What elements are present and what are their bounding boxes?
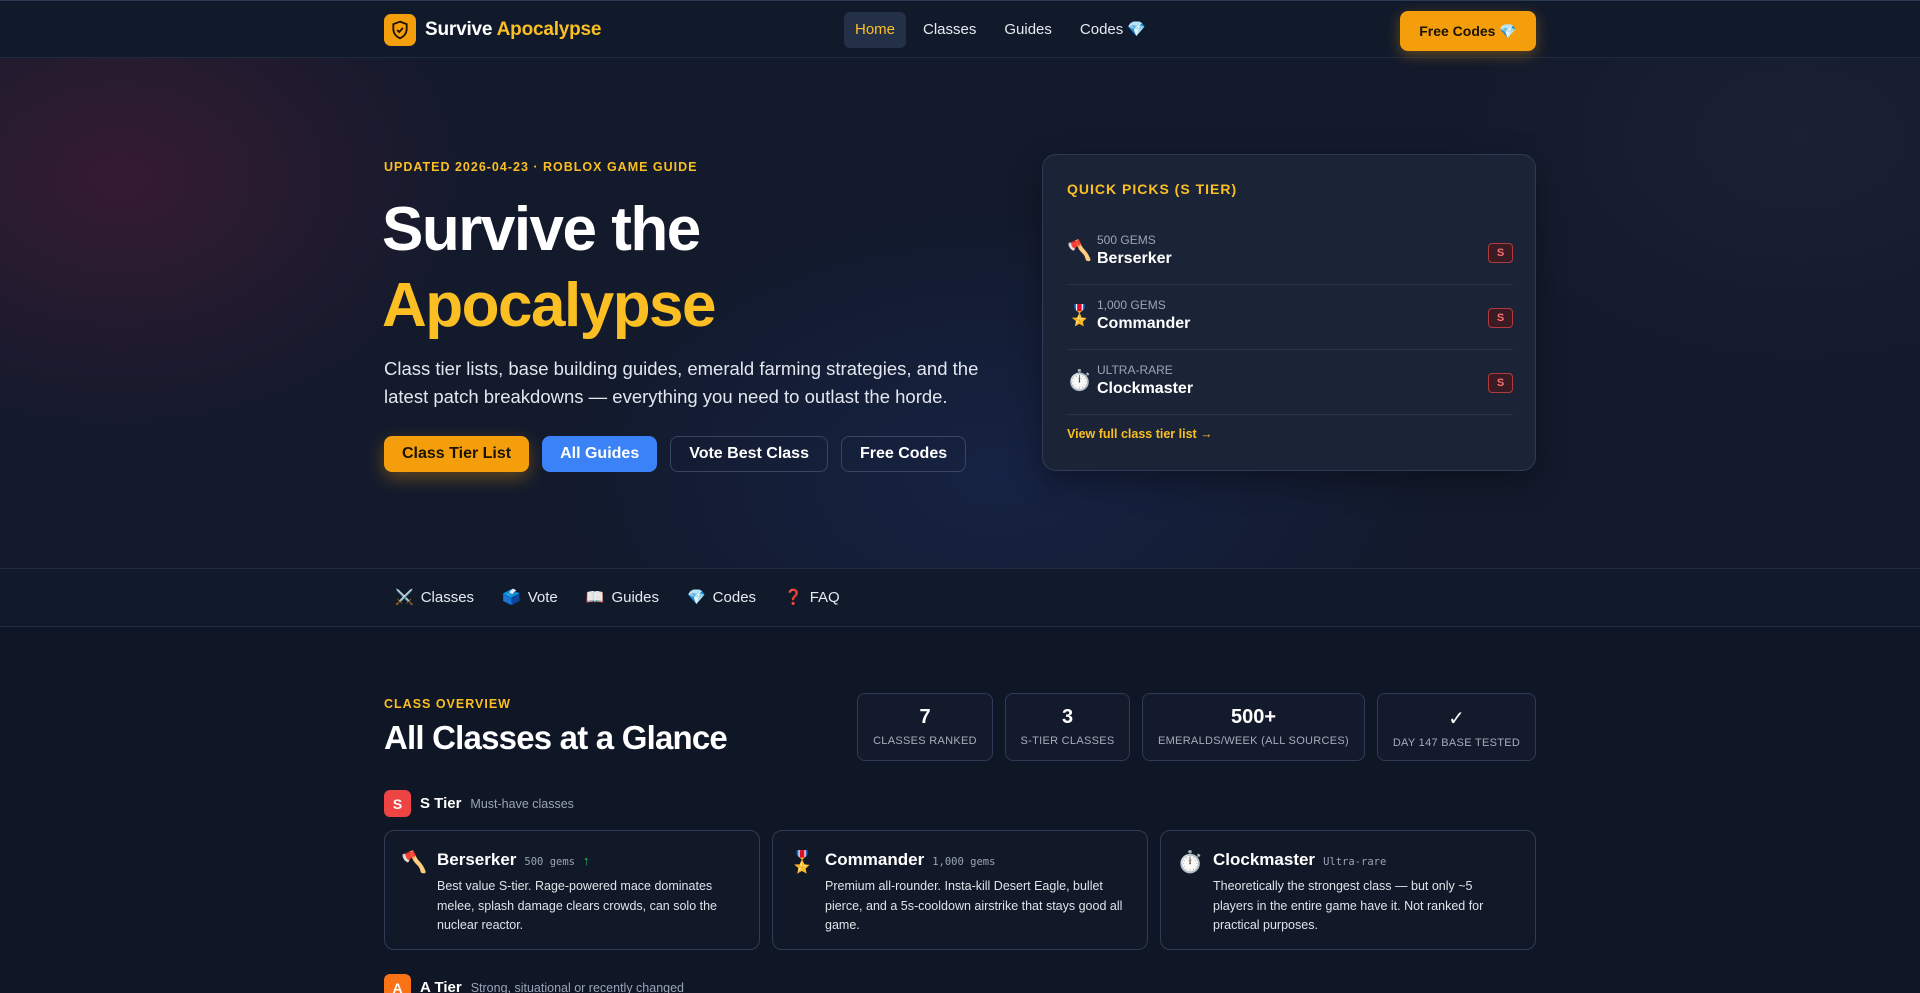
tier-badge: S [1488,308,1513,328]
hero-title-line2: Apocalypse [382,271,717,340]
tier-description: Must-have classes [470,796,574,811]
tier-name: S Tier [420,795,462,812]
overview-title: All Classes at a Glance [384,719,728,756]
quick-pick-item[interactable]: ⏱️ ULTRA-RARE Clockmaster S [1067,350,1513,415]
brand-name: Survive Apocalypse [425,19,601,41]
shield-icon [384,14,416,46]
class-name: Berserker [437,850,517,869]
section-link-guides[interactable]: 📖 Guides [585,588,659,607]
stat-emeralds-week: 500+ EMERALDS/WEEK (ALL SOURCES) [1142,693,1365,761]
hero-subtitle: Class tier lists, base building guides, … [384,358,979,407]
class-description: Premium all-rounder. Insta-kill Desert E… [825,879,1123,932]
stat-base-tested: ✓ DAY 147 BASE TESTED [1377,693,1536,761]
class-price: 500 gems [524,856,575,868]
medal-icon: 🎖️ [1067,305,1092,327]
quick-pick-price: ULTRA-RARE [1097,363,1173,377]
stat-number: 3 [1061,706,1074,728]
section-link-label: Vote [527,588,558,606]
tier-badge: S [1488,373,1513,393]
nav-classes[interactable]: Classes [912,12,987,48]
quick-picks-card: QUICK PICKS (S TIER) 🪓 500 GEMS Berserke… [1042,154,1536,471]
book-icon: 📖 [585,589,605,606]
quick-pick-price: 500 GEMS [1097,233,1156,247]
overview-eyebrow: CLASS OVERVIEW [384,697,511,711]
site-logo[interactable]: Survive Apocalypse [384,14,601,46]
stat-classes-ranked: 7 CLASSES RANKED [857,693,993,761]
section-link-label: Classes [420,588,475,606]
section-link-classes[interactable]: ⚔️ Classes [395,588,475,607]
nav-home[interactable]: Home [844,12,907,48]
hero-eyebrow: UPDATED 2026-04-23 · ROBLOX GAME GUIDE [384,160,698,174]
class-price: Ultra-rare [1323,856,1387,868]
brand-name-accent: Apocalypse [496,19,602,40]
nav-codes[interactable]: Codes 💎 [1069,12,1157,48]
class-card-clockmaster[interactable]: ⏱️ Clockmaster Ultra-rare Theoretically … [1160,830,1536,950]
question-icon: ❓ [784,589,803,606]
hero-title-line1: Survive the [382,195,701,264]
class-name: Clockmaster [1213,850,1316,869]
quick-pick-name: Clockmaster [1097,380,1194,397]
class-card-berserker[interactable]: 🪓 Berserker 500 gems ↑ Best value S-tier… [384,830,760,950]
a-tier-badge: A [384,974,411,993]
stat-label: DAY 147 BASE TESTED [1392,737,1521,749]
quick-picks-title: QUICK PICKS (S TIER) [1067,181,1238,197]
quick-pick-item[interactable]: 🎖️ 1,000 GEMS Commander S [1067,285,1513,350]
a-tier-header: A A Tier Strong, situational or recently… [384,974,684,993]
trend-up-icon: ↑ [582,853,590,868]
gem-icon: 💎 [686,589,706,606]
class-price: 1,000 gems [932,856,996,868]
hero-section [0,58,1920,569]
section-link-label: FAQ [809,588,840,606]
quick-pick-item[interactable]: 🪓 500 GEMS Berserker S [1067,220,1513,285]
axe-icon: 🪓 [1067,240,1092,262]
axe-icon: 🪓 [401,851,428,874]
stat-label: S-TIER CLASSES [1020,735,1115,747]
section-nav: ⚔️ Classes 🗳️ Vote 📖 Guides 💎 Codes ❓ FAQ [0,569,1920,627]
section-link-codes[interactable]: 💎 Codes [686,588,757,607]
nav-guides[interactable]: Guides [993,12,1063,48]
class-description: Best value S-tier. Rage-powered mace dom… [437,879,718,932]
view-tier-list-link[interactable]: View full class tier list → [1067,427,1213,441]
stat-label: EMERALDS/WEEK (ALL SOURCES) [1157,735,1350,747]
hero-title: Survive the Apocalypse [382,192,717,344]
class-tier-list-button[interactable]: Class Tier List [384,436,530,472]
ballot-box-icon: 🗳️ [502,589,521,606]
tier-badge: S [1488,243,1513,263]
section-link-vote[interactable]: 🗳️ Vote [502,588,558,607]
brand-name-prefix: Survive [425,19,493,40]
quick-pick-name: Berserker [1097,250,1172,267]
stopwatch-icon: ⏱️ [1177,851,1204,874]
check-icon: ✓ [1448,708,1465,730]
quick-pick-name: Commander [1097,315,1191,332]
tier-description: Strong, situational or recently changed [470,980,685,993]
stopwatch-icon: ⏱️ [1067,370,1092,392]
section-link-label: Codes [712,588,757,606]
class-card-commander[interactable]: 🎖️ Commander 1,000 gems Premium all-roun… [772,830,1148,950]
vote-best-class-button[interactable]: Vote Best Class [670,436,828,472]
class-name: Commander [825,850,925,869]
free-codes-hero-button[interactable]: Free Codes [840,436,967,472]
stat-label: CLASSES RANKED [873,735,977,747]
medal-icon: 🎖️ [789,851,816,874]
tier-name: A Tier [420,979,462,993]
class-description: Theoretically the strongest class — but … [1213,879,1484,932]
hero-buttons: Class Tier List All Guides Vote Best Cla… [384,436,967,472]
main-nav: Home Classes Guides Codes 💎 [844,12,1157,48]
section-link-label: Guides [611,588,659,606]
swords-icon: ⚔️ [395,589,414,606]
all-guides-button[interactable]: All Guides [542,436,658,472]
quick-pick-price: 1,000 GEMS [1097,298,1166,312]
free-codes-button[interactable]: Free Codes 💎 [1400,11,1536,51]
s-tier-badge: S [384,790,411,817]
top-navbar: Survive Apocalypse Home Classes Guides C… [0,0,1920,58]
stat-number: 500+ [1230,706,1277,728]
s-tier-header: S S Tier Must-have classes [384,790,574,817]
stat-number: 7 [919,706,931,728]
stat-s-tier-classes: 3 S-TIER CLASSES [1005,693,1130,761]
section-link-faq[interactable]: ❓ FAQ [784,588,840,607]
